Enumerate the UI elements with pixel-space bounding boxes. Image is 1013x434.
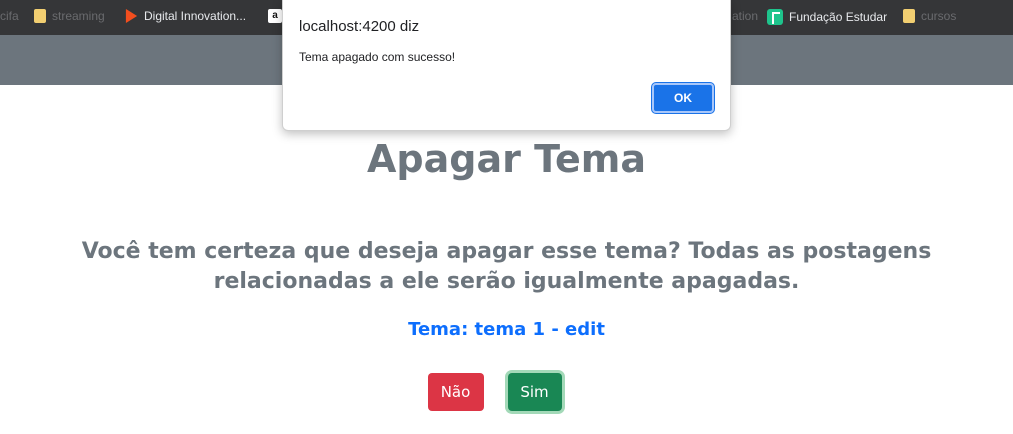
bookmark-cifa[interactable]: cifa	[0, 9, 19, 23]
confirmation-question: Você tem certeza que deseja apagar esse …	[81, 239, 932, 294]
alert-dialog: localhost:4200 diz Tema apagado com suce…	[282, 0, 731, 131]
bookmark-cursos[interactable]: cursos	[903, 9, 956, 23]
bookmark-label: Fundação Estudar	[789, 10, 888, 24]
dio-icon	[125, 9, 138, 23]
dialog-message: Tema apagado com sucesso!	[299, 50, 456, 64]
bookmark-label: Digital Innovation...	[144, 9, 247, 23]
bookmark-label: ation	[732, 9, 759, 23]
bookmark-streaming[interactable]: streaming	[34, 9, 105, 23]
bookmark-amazon[interactable]: a	[268, 9, 282, 23]
tema-name: Tema: tema 1 - edit	[408, 319, 605, 340]
action-buttons: Não Sim	[0, 373, 1013, 411]
fundacao-estudar-icon	[767, 9, 783, 25]
bookmark-label: streaming	[52, 9, 105, 23]
folder-icon	[34, 9, 46, 23]
dialog-origin: localhost:4200 diz	[299, 18, 420, 35]
bookmark-digital-innovation[interactable]: Digital Innovation...	[125, 9, 247, 23]
bookmark-fundacao-estudar[interactable]: Fundação Estudar	[767, 9, 887, 25]
nao-button[interactable]: Não	[427, 373, 484, 411]
amazon-icon: a	[268, 9, 282, 23]
page-title: Apagar Tema	[367, 137, 646, 181]
bookmark-partial[interactable]: ation	[732, 9, 758, 23]
sim-button[interactable]: Sim	[507, 373, 562, 411]
bookmark-label: cursos	[921, 9, 957, 23]
main-content: Apagar Tema Você tem certeza que deseja …	[0, 85, 1013, 434]
folder-icon	[903, 9, 915, 23]
bookmark-label: cifa	[0, 9, 19, 23]
ok-button[interactable]: OK	[652, 83, 714, 113]
